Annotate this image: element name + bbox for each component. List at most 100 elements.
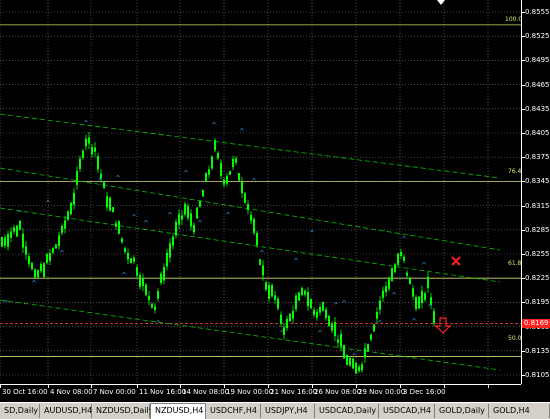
signal-arrow-icon	[401, 236, 407, 239]
chart-shift-marker-icon[interactable]	[437, 0, 445, 5]
tab-sd-daily[interactable]: SD,Daily	[0, 404, 40, 418]
candle-body	[64, 220, 66, 229]
candle-body	[376, 311, 378, 319]
trend-channel-line	[0, 113, 501, 179]
candle-body	[190, 213, 192, 227]
candle-body	[292, 310, 294, 319]
price-label: 0.8345	[525, 177, 550, 186]
tab-nzdusd-h4[interactable]: NZDUSD,H4	[150, 403, 206, 419]
candle-body	[49, 253, 51, 261]
candle-body	[295, 295, 297, 310]
candle-body	[373, 324, 375, 332]
candle-body	[286, 318, 288, 329]
tab-usdjpy-h4[interactable]: USDJPY,H4	[261, 404, 315, 418]
time-axis[interactable]: 30 Oct 16:00 4 Nov 08:00 7 Nov 00:00 11 …	[0, 384, 521, 402]
candle-body	[322, 302, 324, 311]
candle-body	[226, 175, 228, 184]
time-tick	[312, 385, 313, 388]
time-tick	[180, 385, 181, 388]
candle-body	[403, 256, 405, 261]
tab-gold-h4[interactable]: GOLD,H4	[489, 404, 550, 418]
candle-body	[256, 233, 258, 246]
price-label: 0.8525	[525, 32, 550, 41]
candle-body	[199, 201, 201, 207]
time-tick	[444, 385, 445, 388]
candle-body	[334, 321, 336, 337]
candle-body	[166, 252, 168, 267]
candle-body	[406, 272, 408, 276]
price-label: 0.8255	[525, 250, 550, 258]
time-label: 19 Nov 00:00	[226, 388, 274, 396]
candle-body	[28, 256, 30, 265]
signal-arrow-icon	[293, 258, 299, 261]
candle-body	[43, 263, 45, 278]
time-tick	[356, 385, 357, 388]
candle-body	[289, 313, 291, 322]
candle-body	[19, 220, 21, 230]
tab-nzdusd-daily[interactable]: NZDUSD,Daily	[92, 404, 154, 418]
signal-arrow-icon	[377, 320, 383, 323]
candle-body	[55, 244, 57, 249]
candle-body	[109, 197, 111, 211]
signal-arrow-icon	[59, 250, 65, 253]
candle-body	[421, 290, 423, 304]
candle-body	[379, 300, 381, 310]
time-label: 3 Dec 16:00	[403, 388, 446, 396]
tab-usdcad-h4[interactable]: USDCAD,H4	[379, 404, 435, 418]
tab-usdcad-daily[interactable]: USDCAD,Daily	[315, 404, 379, 418]
price-chart[interactable]	[0, 0, 521, 384]
tab-gold-daily[interactable]: GOLD,Daily	[435, 404, 489, 418]
price-axis[interactable]: 0.8555 0.8525 0.8495 0.8465 0.8435 0.8405 0.83…	[521, 0, 550, 384]
candle-body	[250, 214, 252, 221]
candle-body	[172, 236, 174, 246]
time-label: 14 Nov 08:00	[182, 388, 230, 396]
candle-body	[61, 225, 63, 233]
signal-arrow-icon	[239, 128, 245, 131]
candle-body	[10, 231, 12, 238]
candle-body	[1, 237, 3, 247]
price-label: 0.8405	[525, 129, 550, 137]
tab-audusd-h4[interactable]: AUDUSD,H4	[40, 404, 92, 418]
candle-body	[127, 252, 129, 260]
tab-usdchf-h4[interactable]: USDCHF,H4	[206, 404, 261, 418]
time-label: 29 Nov 00:00	[358, 388, 406, 396]
candle-body	[427, 276, 429, 288]
candle-body	[79, 158, 81, 169]
candle-body	[370, 334, 372, 340]
candle-body	[385, 285, 387, 293]
candle-body	[355, 362, 357, 374]
candle-body	[235, 158, 237, 163]
candle-body	[211, 156, 213, 169]
trend-channel-line	[0, 299, 501, 371]
candle-body	[124, 248, 126, 253]
candle-body	[34, 269, 36, 278]
candle-body	[253, 219, 255, 234]
candle-body	[22, 233, 24, 248]
candle-body	[205, 172, 207, 182]
candle-body	[181, 215, 183, 220]
fibo-label-100: 100.0	[505, 16, 523, 23]
candle-body	[238, 173, 240, 181]
signal-arrow-icon	[211, 122, 217, 125]
signal-arrow-icon	[143, 220, 149, 223]
candle-body	[346, 354, 348, 365]
candle-body	[220, 162, 222, 176]
candle-body	[316, 311, 318, 318]
candle-body	[274, 295, 276, 300]
signal-arrow-icon	[427, 304, 433, 307]
price-label: 0.8105	[525, 371, 550, 379]
candle-body	[430, 297, 432, 305]
signal-arrow-icon	[317, 330, 323, 333]
price-label: 0.8285	[525, 225, 550, 234]
chart-area[interactable]: 100.0 76.4 61.8 50.0	[0, 0, 523, 384]
candle-body	[268, 285, 270, 299]
candle-body	[259, 259, 261, 265]
candle-body	[319, 306, 321, 313]
candle-body	[91, 147, 93, 155]
candle-body	[340, 333, 342, 347]
candle-body	[58, 235, 60, 247]
candle-body	[400, 251, 402, 257]
candle-body	[148, 296, 150, 301]
signal-arrow-icon	[131, 214, 137, 217]
signal-arrow-icon	[167, 212, 173, 215]
